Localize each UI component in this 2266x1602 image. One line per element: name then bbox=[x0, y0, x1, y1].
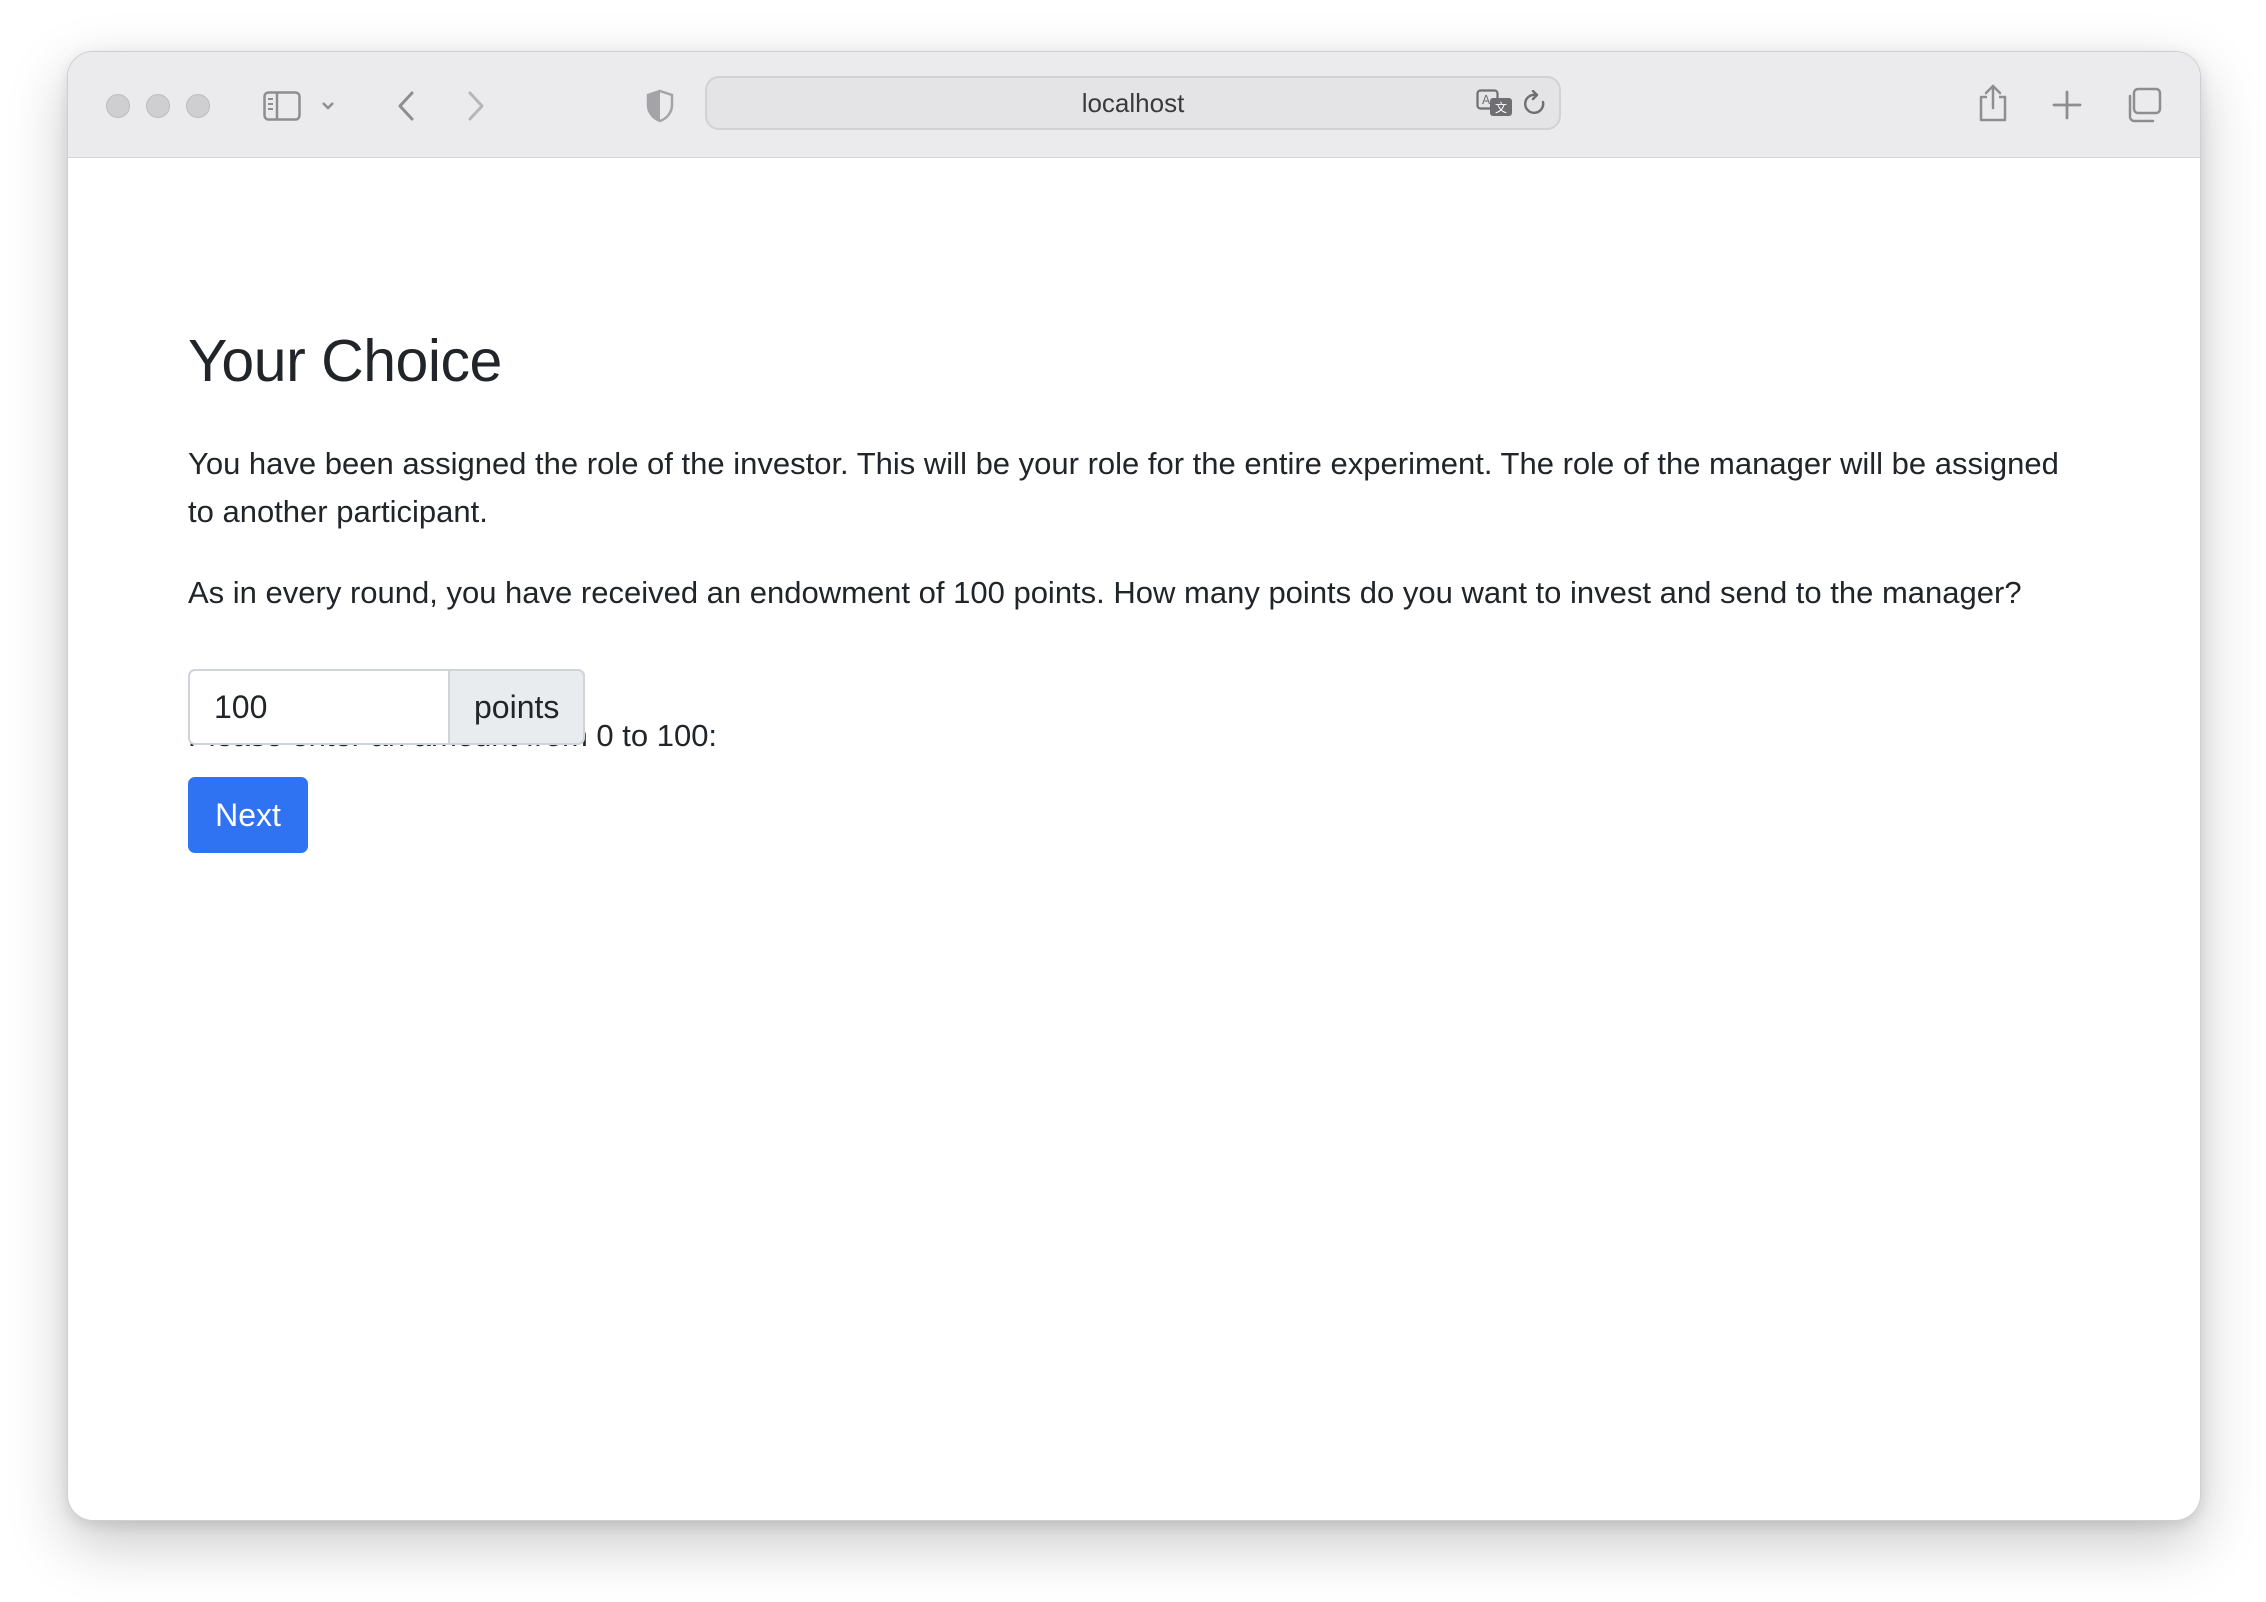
amount-input[interactable] bbox=[188, 669, 448, 745]
browser-toolbar: localhost A文 bbox=[68, 52, 2200, 158]
svg-text:A: A bbox=[1482, 93, 1491, 107]
back-arrow-icon[interactable] bbox=[388, 86, 424, 126]
svg-text:文: 文 bbox=[1495, 100, 1507, 115]
next-button[interactable]: Next bbox=[188, 777, 308, 853]
zoom-window-button[interactable] bbox=[186, 94, 210, 118]
reload-icon[interactable] bbox=[1519, 88, 1551, 120]
tab-overview-icon[interactable] bbox=[2122, 84, 2164, 126]
sidebar-icon[interactable] bbox=[262, 86, 302, 126]
address-bar[interactable]: localhost A文 bbox=[705, 76, 1561, 130]
minimize-window-button[interactable] bbox=[146, 94, 170, 118]
page-title: Your Choice bbox=[188, 328, 502, 394]
browser-window: localhost A文 Your Choice You have been a… bbox=[67, 51, 2201, 1521]
endowment-paragraph: As in every round, you have received an … bbox=[188, 575, 2022, 610]
address-text: localhost bbox=[1081, 87, 1185, 118]
close-window-button[interactable] bbox=[106, 94, 130, 118]
shield-icon[interactable] bbox=[640, 86, 680, 126]
role-paragraph: You have been assigned the role of the i… bbox=[188, 446, 2059, 529]
chevron-down-icon[interactable] bbox=[318, 94, 338, 118]
points-unit-addon: points bbox=[448, 669, 586, 745]
forward-arrow-icon[interactable] bbox=[458, 86, 494, 126]
plus-icon[interactable] bbox=[2048, 86, 2086, 124]
share-icon[interactable] bbox=[1973, 80, 2013, 126]
translate-icon[interactable]: A文 bbox=[1475, 86, 1515, 122]
amount-input-group: points bbox=[188, 669, 586, 745]
